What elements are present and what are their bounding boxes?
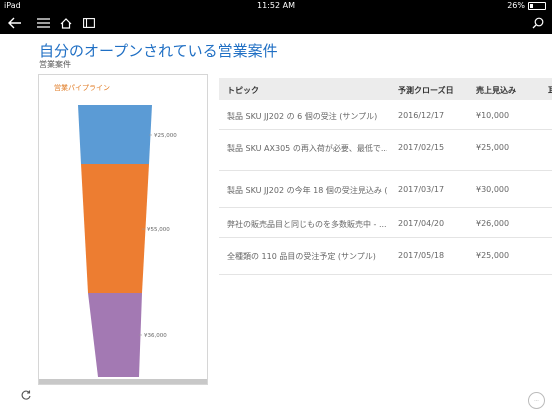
row-revenue: ¥30,000 <box>476 185 510 194</box>
funnel-stage-3[interactable] <box>88 293 142 377</box>
row-revenue: ¥26,000 <box>476 219 510 228</box>
hamburger-menu-icon[interactable] <box>35 12 51 34</box>
column-header-topic[interactable]: トピック <box>227 85 387 96</box>
status-bar: iPad 11:52 AM 26% <box>0 0 552 12</box>
column-header-revenue[interactable]: 売上見込み <box>476 85 536 96</box>
row-revenue: ¥10,000 <box>476 111 510 120</box>
refresh-icon[interactable] <box>20 386 32 405</box>
row-topic: 全種類の 110 品目の受注予定 (サンプル) <box>227 252 376 261</box>
row-close-date: 2017/03/17 <box>398 185 445 194</box>
column-header-partial[interactable]: 耳 <box>548 85 552 96</box>
back-arrow-icon[interactable] <box>6 12 24 34</box>
row-revenue: ¥25,000 <box>476 251 510 260</box>
funnel-stage-1-label: ¥25,000 <box>154 133 177 139</box>
clock: 11:52 AM <box>257 1 295 10</box>
opportunities-table: トピック 予測クローズ日 売上見込み 耳 製品 SKU JJ202 の 6 個の… <box>219 78 552 275</box>
table-header: トピック 予測クローズ日 売上見込み 耳 <box>219 78 552 100</box>
funnel-scrollbar[interactable] <box>39 379 207 384</box>
page-title: 自分のオープンされている営業案件 <box>39 42 278 60</box>
table-row[interactable]: 製品 SKU AX305 の再入荷が必要、最低で... 2017/02/15 ¥… <box>219 130 552 171</box>
funnel-stage-2-label: ¥55,000 <box>147 227 170 233</box>
app-toolbar <box>0 12 552 34</box>
funnel-chart: ¥25,000 ¥55,000 ¥36,000 <box>78 105 177 377</box>
battery-percent: 26% <box>507 1 525 10</box>
funnel-chart-card[interactable]: 営業パイプライン ¥25,000 ¥55,000 ¥36,000 <box>38 74 208 385</box>
panel-icon[interactable] <box>81 12 97 34</box>
table-row[interactable]: 全種類の 110 品目の受注予定 (サンプル) 2017/05/18 ¥25,0… <box>219 238 552 275</box>
search-icon[interactable] <box>530 12 546 34</box>
funnel-stage-2[interactable] <box>81 164 149 293</box>
table-row[interactable]: 弊社の販売品目と同じものを多数販売中 - ... 2017/04/20 ¥26,… <box>219 208 552 238</box>
row-topic: 製品 SKU JJ202 の 6 個の受注 (サンプル) <box>227 112 378 121</box>
row-topic: 弊社の販売品目と同じものを多数販売中 - ... <box>227 220 387 229</box>
funnel-stage-3-label: ¥36,000 <box>144 333 167 339</box>
page-subtitle: 営業案件 <box>39 60 71 69</box>
funnel-stage-1[interactable] <box>78 105 152 164</box>
row-topic: 製品 SKU JJ202 の今年 18 個の受注見込み (... <box>227 186 387 195</box>
battery-indicator: 26% <box>507 0 546 12</box>
row-close-date: 2017/05/18 <box>398 251 445 260</box>
row-topic: 製品 SKU AX305 の再入荷が必要、最低で... <box>227 144 387 153</box>
row-revenue: ¥25,000 <box>476 143 510 152</box>
row-close-date: 2017/02/15 <box>398 143 445 152</box>
table-row[interactable]: 製品 SKU JJ202 の 6 個の受注 (サンプル) 2016/12/17 … <box>219 100 552 130</box>
table-row[interactable]: 製品 SKU JJ202 の今年 18 個の受注見込み (... 2017/03… <box>219 171 552 208</box>
battery-icon <box>528 2 546 10</box>
column-header-close-date[interactable]: 予測クローズ日 <box>398 85 468 96</box>
row-close-date: 2017/04/20 <box>398 219 445 228</box>
more-options-button[interactable]: ··· <box>528 392 545 409</box>
row-close-date: 2016/12/17 <box>398 111 445 120</box>
home-icon[interactable] <box>58 12 74 34</box>
